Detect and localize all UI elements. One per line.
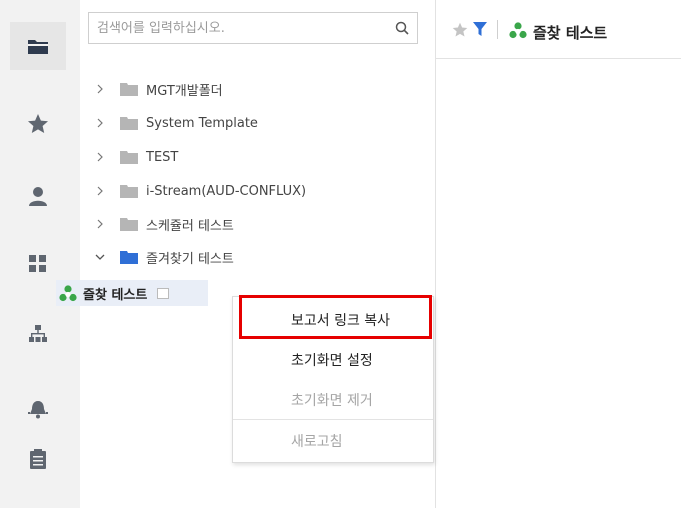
tree-item-expanded[interactable]: 즐겨찾기 테스트 <box>94 245 234 269</box>
tree-item[interactable]: System Template <box>94 111 258 135</box>
report-icon <box>509 22 527 39</box>
search-box <box>88 12 418 44</box>
menu-item-label: 보고서 링크 복사 <box>291 313 391 329</box>
sidebar <box>0 0 81 508</box>
folder-icon <box>120 217 138 231</box>
header-divider <box>497 20 498 39</box>
report-title: 즐찾 테스트 <box>533 24 608 42</box>
tree-item-label: TEST <box>146 149 179 165</box>
grid-icon <box>29 255 46 272</box>
menu-item-label: 초기화면 설정 <box>291 353 373 369</box>
user-icon <box>29 187 47 206</box>
sidebar-alarm-button[interactable] <box>10 385 66 433</box>
tree-item-label: System Template <box>146 115 258 131</box>
menu-item-set-home[interactable]: 초기화면 설정 <box>233 341 433 379</box>
clipboard-icon <box>30 449 46 469</box>
folder-icon <box>120 184 138 198</box>
tree-item[interactable]: MGT개발폴더 <box>94 77 223 101</box>
search-input[interactable] <box>89 13 379 43</box>
sidebar-user-button[interactable] <box>10 172 66 220</box>
sidebar-folder-button[interactable] <box>10 22 66 70</box>
tree-item-label: 스케쥴러 테스트 <box>146 218 234 234</box>
chevron-right-icon[interactable] <box>94 83 106 95</box>
menu-item-copy-report-link[interactable]: 보고서 링크 복사 <box>233 301 433 339</box>
menu-item-remove-home[interactable]: 초기화면 제거 <box>233 381 433 419</box>
star-icon <box>28 114 48 133</box>
report-icon <box>59 284 77 301</box>
search-icon[interactable] <box>395 21 409 39</box>
chevron-down-icon[interactable] <box>94 251 106 263</box>
tree-child-label: 즐찾 테스트 <box>83 287 148 303</box>
folder-open-icon <box>120 250 138 264</box>
bell-icon <box>28 401 48 419</box>
tree-child-report-selected[interactable]: 즐찾 테스트 <box>56 280 208 306</box>
chevron-right-icon[interactable] <box>94 117 106 129</box>
menu-item-label: 초기화면 제거 <box>291 393 373 409</box>
chevron-right-icon[interactable] <box>94 185 106 197</box>
item-options-icon[interactable] <box>157 287 170 299</box>
tree-item[interactable]: TEST <box>94 145 178 169</box>
folder-icon <box>28 40 48 54</box>
chevron-right-icon[interactable] <box>94 218 106 230</box>
folder-icon <box>120 82 138 96</box>
chevron-right-icon[interactable] <box>94 151 106 163</box>
menu-item-refresh[interactable]: 새로고침 <box>233 422 433 460</box>
menu-item-label: 새로고침 <box>291 434 343 450</box>
tree-item-label: 즐겨찾기 테스트 <box>146 251 234 267</box>
sidebar-clipboard-button[interactable] <box>10 435 66 483</box>
menu-divider <box>233 419 433 420</box>
folder-icon <box>120 116 138 130</box>
filter-icon[interactable] <box>473 22 487 37</box>
content-header: 즐찾 테스트 <box>436 0 681 59</box>
tree-item[interactable]: 스케쥴러 테스트 <box>94 212 234 236</box>
folder-icon <box>120 150 138 164</box>
hierarchy-icon <box>29 325 47 342</box>
favorite-star-icon[interactable] <box>452 22 468 38</box>
tree-item-label: i-Stream(AUD-CONFLUX) <box>146 183 307 199</box>
context-menu: 보고서 링크 복사 초기화면 설정 초기화면 제거 새로고침 <box>232 296 434 463</box>
tree-item-label: MGT개발폴더 <box>146 83 223 99</box>
sidebar-favorites-button[interactable] <box>10 100 66 148</box>
sidebar-hierarchy-button[interactable] <box>10 310 66 358</box>
tree-item[interactable]: i-Stream(AUD-CONFLUX) <box>94 179 306 203</box>
